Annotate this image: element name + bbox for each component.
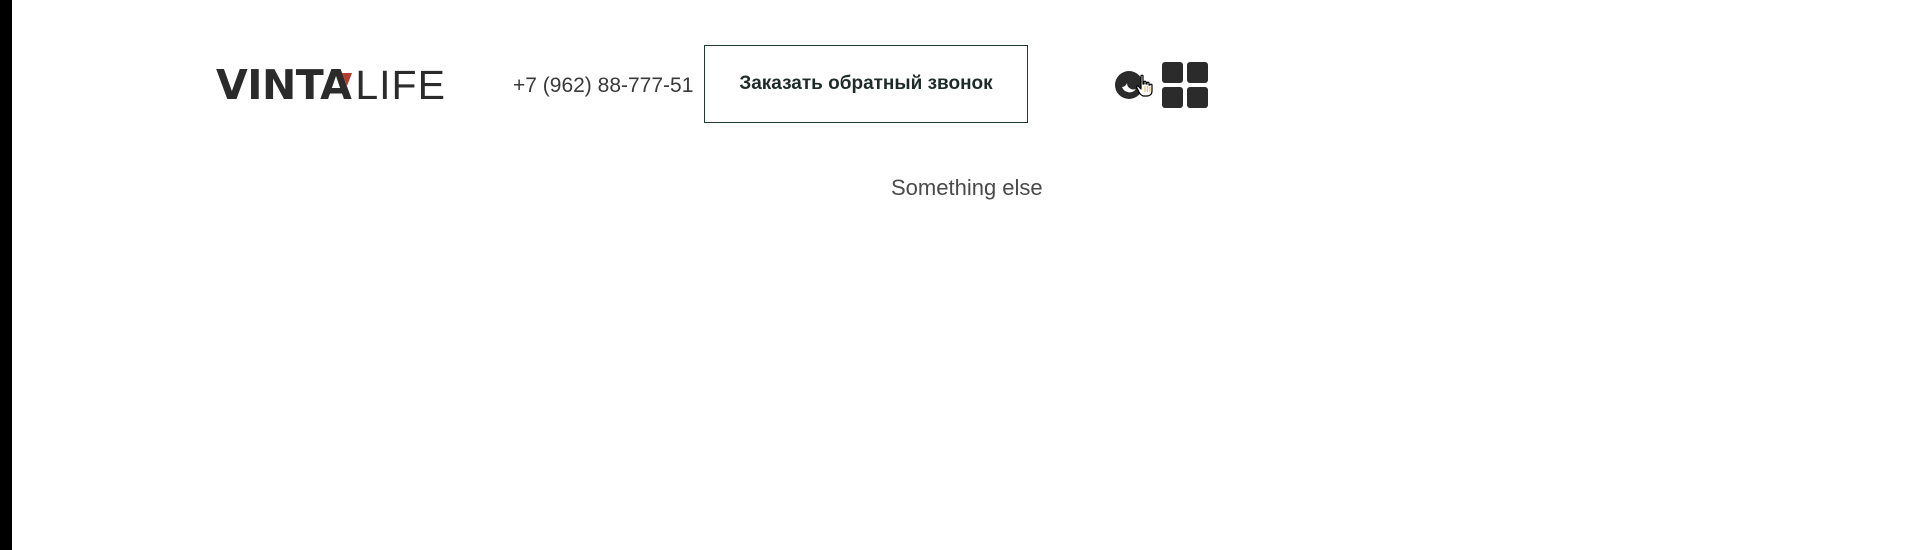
grid-cell bbox=[1162, 87, 1183, 108]
grid-cell bbox=[1187, 62, 1208, 83]
grid-menu-icon[interactable] bbox=[1162, 62, 1208, 108]
logo-accent-mark bbox=[342, 73, 353, 86]
callback-request-button[interactable]: Заказать обратный звонок bbox=[704, 45, 1028, 123]
grid-cell bbox=[1187, 87, 1208, 108]
logo-bold-text: VINTA bbox=[216, 61, 352, 109]
hand-pointer-icon bbox=[1135, 74, 1153, 98]
grid-cell bbox=[1162, 62, 1183, 83]
phone-link[interactable]: +7 (962) 88-777-51 bbox=[513, 73, 693, 99]
window-edge bbox=[0, 0, 12, 550]
brand-logo[interactable]: VINTA LIFE bbox=[216, 63, 446, 107]
tagline-text: Something else bbox=[891, 175, 1043, 200]
logo-light-text: LIFE bbox=[355, 62, 446, 108]
